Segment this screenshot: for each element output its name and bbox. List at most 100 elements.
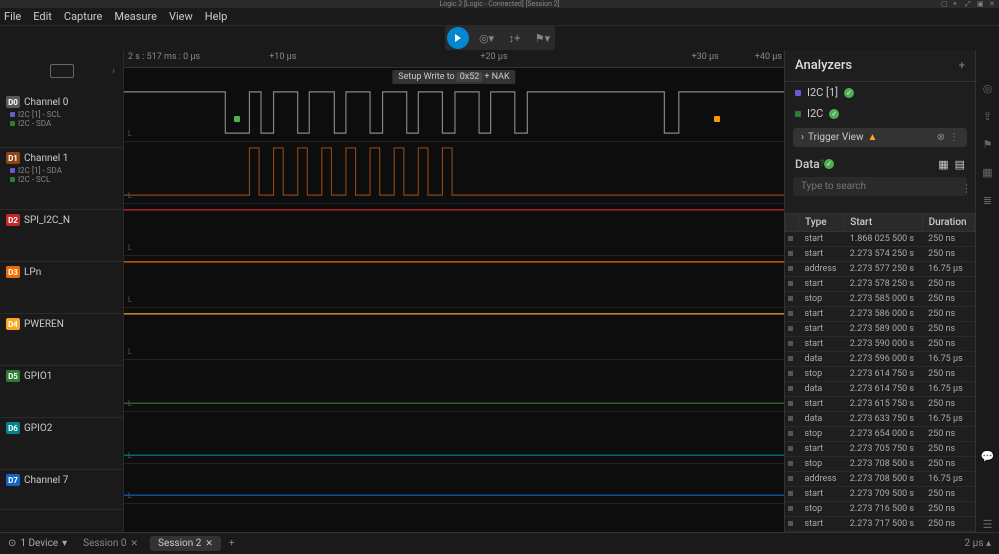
data-table[interactable]: Type Start Duration start1.868 025 500 s… xyxy=(785,213,975,532)
waveform-row[interactable]: L xyxy=(124,204,784,256)
tab-label: Session 0 xyxy=(83,538,126,549)
table-row[interactable]: stop2.273 720 500 s250 ns xyxy=(786,532,975,533)
table-row[interactable]: start2.273 578 250 s250 ns xyxy=(786,277,975,292)
zoom-indicator[interactable]: 2 μs ▴ xyxy=(965,538,991,549)
table-row[interactable]: data2.273 633 750 s16.75 μs xyxy=(786,412,975,427)
waveform-row[interactable]: L xyxy=(124,308,784,360)
device-box[interactable]: › xyxy=(0,50,123,92)
analyzer-item[interactable]: I2C [1]✓ xyxy=(785,82,975,103)
channel-badge: D7 xyxy=(6,474,20,486)
table-row[interactable]: start1.868 025 500 s250 ns xyxy=(786,232,975,247)
table-row[interactable]: start2.273 717 500 s250 ns xyxy=(786,517,975,532)
menu-edit[interactable]: Edit xyxy=(33,10,52,23)
table-row[interactable]: stop2.273 716 500 s250 ns xyxy=(786,502,975,517)
waveform-row[interactable]: L xyxy=(124,256,784,308)
waveform-row[interactable]: L xyxy=(124,360,784,412)
channel-D4[interactable]: D4PWEREN xyxy=(0,314,123,366)
search-more-icon[interactable]: ⋮ xyxy=(961,182,999,195)
win-icon[interactable]: ⤢ xyxy=(965,0,973,8)
table-row[interactable]: start2.273 590 000 s250 ns xyxy=(786,337,975,352)
play-button[interactable] xyxy=(447,27,469,49)
table-row[interactable]: stop2.273 585 000 s250 ns xyxy=(786,292,975,307)
channel-D6[interactable]: D6GPIO2 xyxy=(0,418,123,470)
row-dot xyxy=(788,311,793,316)
search-box[interactable] xyxy=(793,177,967,196)
close-icon[interactable]: ✕ xyxy=(205,539,213,549)
table-row[interactable]: start2.273 615 750 s250 ns xyxy=(786,397,975,412)
waveform-row[interactable]: L xyxy=(124,464,784,504)
add-analyzer-button[interactable]: + xyxy=(959,59,965,72)
analyzer-name: I2C [1] xyxy=(807,86,838,99)
table-row[interactable]: address2.273 708 500 s16.75 μs xyxy=(786,472,975,487)
table-row[interactable]: stop2.273 614 750 s250 ns xyxy=(786,367,975,382)
device-selector[interactable]: ⊙ 1 Device ▾ xyxy=(8,538,67,549)
table-row[interactable]: start2.273 709 500 s250 ns xyxy=(786,487,975,502)
col-start[interactable]: Start xyxy=(844,214,922,232)
measure-icon[interactable]: ↕+ xyxy=(505,28,525,48)
chat-icon[interactable]: 💬 xyxy=(980,448,996,464)
table-row[interactable]: start2.273 574 250 s250 ns xyxy=(786,247,975,262)
row-dot xyxy=(788,431,793,436)
table-row[interactable]: start2.273 705 750 s250 ns xyxy=(786,442,975,457)
channel-D0[interactable]: D0Channel 0I2C [1] - SCLI2C - SDA xyxy=(0,92,123,148)
win-icon[interactable]: + xyxy=(953,0,961,8)
table-row[interactable]: stop2.273 708 500 s250 ns xyxy=(786,457,975,472)
table-row[interactable]: data2.273 614 750 s16.75 μs xyxy=(786,382,975,397)
grid-view-icon[interactable]: ▦ xyxy=(938,158,948,171)
table-row[interactable]: start2.273 589 000 s250 ns xyxy=(786,322,975,337)
clear-icon[interactable]: ⊗ xyxy=(937,132,945,143)
trigger-view-row[interactable]: › Trigger View ▲ ⊗ ⋮ xyxy=(793,128,967,147)
menu-measure[interactable]: Measure xyxy=(114,10,157,23)
menu-file[interactable]: File xyxy=(4,10,21,23)
timer-icon[interactable]: ◎▾ xyxy=(477,28,497,48)
table-row[interactable]: data2.273 596 000 s16.75 μs xyxy=(786,352,975,367)
win-icon[interactable]: ▣ xyxy=(977,0,985,8)
session-tab[interactable]: Session 2✕ xyxy=(150,536,221,551)
close-icon[interactable]: ✕ xyxy=(130,539,138,549)
share-icon[interactable]: ⇪ xyxy=(980,108,996,124)
waveform-row[interactable]: L xyxy=(124,142,784,204)
cell-dur: 250 ns xyxy=(922,457,974,472)
flag-icon[interactable]: ⚑ xyxy=(980,136,996,152)
channel-D7[interactable]: D7Channel 7 xyxy=(0,470,123,510)
channel-name: Channel 0 xyxy=(24,97,68,108)
channel-D5[interactable]: D5GPIO1 xyxy=(0,366,123,418)
win-icon[interactable]: ✕ xyxy=(989,0,997,8)
session-tab[interactable]: Session 0 ✕ xyxy=(75,536,146,551)
waveform-area[interactable]: 2 s : 517 ms : 0 μs +10 μs +20 μs +30 μs… xyxy=(124,50,784,532)
analyzer-dot xyxy=(795,90,801,96)
col-duration[interactable]: Duration xyxy=(922,214,974,232)
add-session-button[interactable]: + xyxy=(229,538,235,549)
waveform-row[interactable]: L xyxy=(124,412,784,464)
col-type[interactable]: Type xyxy=(799,214,844,232)
menu-view[interactable]: View xyxy=(169,10,193,23)
cell-type: data xyxy=(799,412,844,427)
win-icon[interactable]: ▢ xyxy=(941,0,949,8)
target-icon[interactable]: ◎ xyxy=(980,80,996,96)
cell-start: 2.273 574 250 s xyxy=(844,247,922,262)
waveform-row[interactable]: L xyxy=(124,86,784,142)
trigger-view-label: Trigger View xyxy=(808,132,863,143)
more-icon[interactable]: ⋮ xyxy=(949,132,959,143)
right-sidebar-icons: ◎ ⇪ ⚑ ▦ ≣ 💬 ☰ xyxy=(975,50,999,532)
channel-D2[interactable]: D2SPI_I2C_N xyxy=(0,210,123,262)
analyzer-item[interactable]: I2C✓ xyxy=(785,103,975,124)
cell-type: start xyxy=(799,442,844,457)
table-row[interactable]: stop2.273 654 000 s250 ns xyxy=(786,427,975,442)
menu-capture[interactable]: Capture xyxy=(64,10,102,23)
grid-icon[interactable]: ▦ xyxy=(980,164,996,180)
search-input[interactable] xyxy=(801,181,959,192)
marker-green[interactable] xyxy=(234,116,240,122)
marker-orange[interactable] xyxy=(714,116,720,122)
toolbar: ◎▾ ↕+ ⚑▾ xyxy=(0,26,999,50)
expand-arrow-icon[interactable]: › xyxy=(112,66,115,77)
terminal-view-icon[interactable]: ▤ xyxy=(955,158,965,171)
table-row[interactable]: address2.273 577 250 s16.75 μs xyxy=(786,262,975,277)
table-row[interactable]: start2.273 586 000 s250 ns xyxy=(786,307,975,322)
channel-D1[interactable]: D1Channel 1I2C [1] - SDAI2C - SCL xyxy=(0,148,123,210)
flag-icon[interactable]: ⚑▾ xyxy=(533,28,553,48)
menu-help[interactable]: Help xyxy=(205,10,228,23)
menu-icon[interactable]: ☰ xyxy=(980,516,996,532)
cell-type: stop xyxy=(799,532,844,533)
channel-D3[interactable]: D3LPn xyxy=(0,262,123,314)
